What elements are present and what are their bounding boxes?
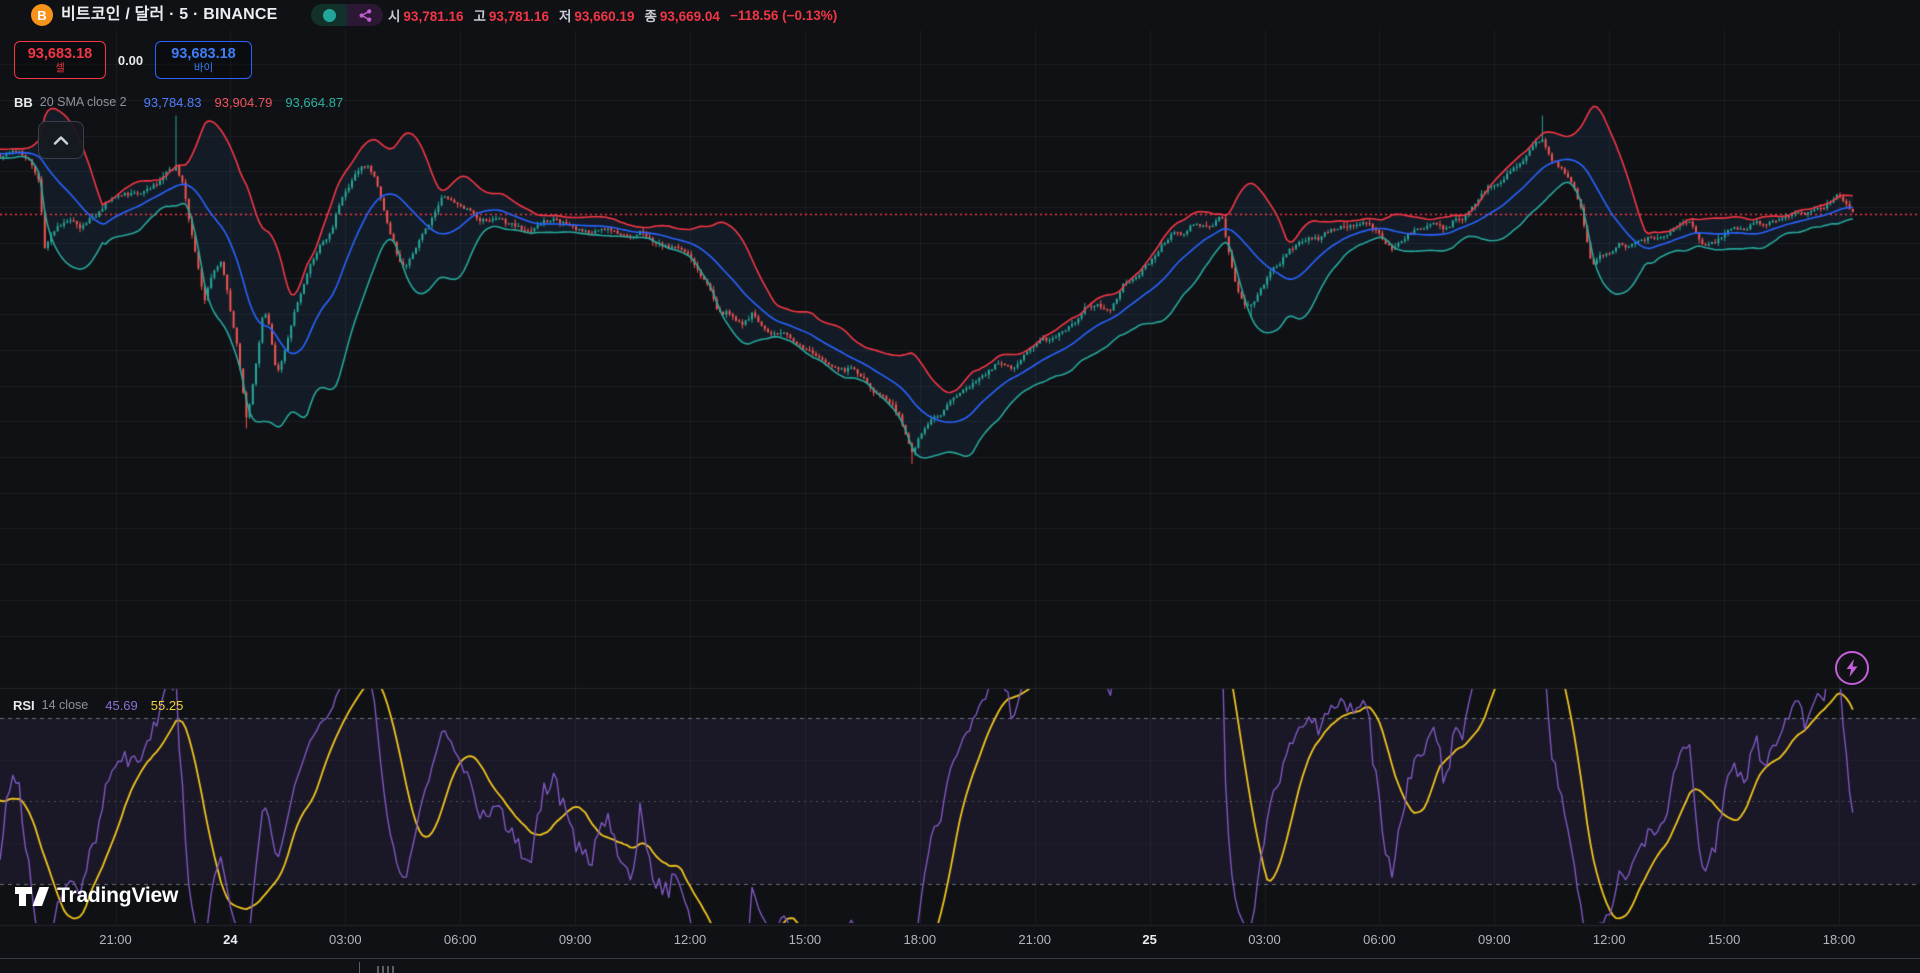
rsi-title: RSI xyxy=(13,698,35,713)
cropped-ui-artifact xyxy=(377,966,394,973)
time-label: 18:00 xyxy=(1823,928,1856,952)
time-label: 06:00 xyxy=(444,928,477,952)
date-label: 24 xyxy=(223,928,237,952)
market-status-pill[interactable] xyxy=(311,4,383,26)
time-label: 21:00 xyxy=(1018,928,1051,952)
market-open-dot-icon xyxy=(323,9,336,22)
sell-button[interactable]: 93,683.18 셀 xyxy=(14,41,106,79)
collapse-legend-button[interactable] xyxy=(38,121,84,159)
bb-basis-value: 93,784.83 xyxy=(144,95,202,110)
bb-indicator-legend[interactable]: BB 20 SMA close 2 93,784.83 93,904.79 93… xyxy=(14,93,343,111)
bb-upper-value: 93,904.79 xyxy=(214,95,272,110)
axis-bottom-border xyxy=(0,958,1920,959)
buy-label: 바이 xyxy=(194,62,213,75)
time-axis[interactable]: 21:00 24 03:00 06:00 09:00 12:00 15:00 18:00 21:… xyxy=(0,928,1920,954)
spread-value: 0.00 xyxy=(106,53,155,68)
time-label: 15:00 xyxy=(1708,928,1741,952)
time-label: 18:00 xyxy=(904,928,937,952)
tradingview-logo-text: TradingView xyxy=(57,884,178,908)
ohlc-stats: 시93,781.16 고93,781.16 저93,660.19 종93,669… xyxy=(388,0,837,30)
time-label: 03:00 xyxy=(1248,928,1281,952)
stat-high: 고93,781.16 xyxy=(473,5,548,25)
chevron-up-icon xyxy=(52,134,70,146)
time-label: 15:00 xyxy=(789,928,822,952)
symbol-header: B 비트코인 / 달러 · 5 · BINANCE 시93,781.16 고93… xyxy=(0,0,1920,30)
time-label: 09:00 xyxy=(1478,928,1511,952)
change-badge: −118.56 (−0.13%) xyxy=(730,8,837,23)
time-label: 21:00 xyxy=(99,928,132,952)
stat-close: 종93,669.04 xyxy=(644,5,719,25)
cropped-panel-edge xyxy=(359,962,360,973)
share-nodes-icon xyxy=(347,4,383,26)
rsi-value: 45.69 xyxy=(105,698,138,713)
bb-lower-value: 93,664.87 xyxy=(285,95,343,110)
sell-price: 93,683.18 xyxy=(28,46,93,62)
time-label: 12:00 xyxy=(1593,928,1626,952)
date-label: 25 xyxy=(1142,928,1156,952)
time-label: 06:00 xyxy=(1363,928,1396,952)
sell-label: 셀 xyxy=(55,62,65,75)
stat-low: 저93,660.19 xyxy=(559,5,634,25)
symbol-title[interactable]: 비트코인 / 달러 · 5 · BINANCE xyxy=(61,0,277,30)
bb-title: BB xyxy=(14,95,33,110)
time-label: 12:00 xyxy=(674,928,707,952)
rsi-ma-value: 55.25 xyxy=(151,698,184,713)
bb-params: 20 SMA close 2 xyxy=(40,95,127,109)
bitcoin-icon: B xyxy=(31,4,53,26)
tradingview-mark-icon xyxy=(15,887,49,906)
tradingview-chart-window: B 비트코인 / 달러 · 5 · BINANCE 시93,781.16 고93… xyxy=(0,0,1920,973)
time-label: 03:00 xyxy=(329,928,362,952)
buy-button[interactable]: 93,683.18 바이 xyxy=(155,41,252,79)
lightning-bolt-icon xyxy=(1845,659,1859,677)
buy-price: 93,683.18 xyxy=(171,46,236,62)
rsi-indicator-legend[interactable]: RSI 14 close 45.69 55.25 xyxy=(13,696,183,714)
rsi-params: 14 close xyxy=(42,698,89,712)
chart-canvas[interactable] xyxy=(0,0,1920,973)
trade-panel: 93,683.18 셀 0.00 93,683.18 바이 xyxy=(14,41,252,79)
instant-order-button[interactable] xyxy=(1835,651,1869,685)
stat-open: 시93,781.16 xyxy=(388,5,463,25)
tradingview-logo[interactable]: TradingView xyxy=(15,884,178,908)
time-label: 09:00 xyxy=(559,928,592,952)
